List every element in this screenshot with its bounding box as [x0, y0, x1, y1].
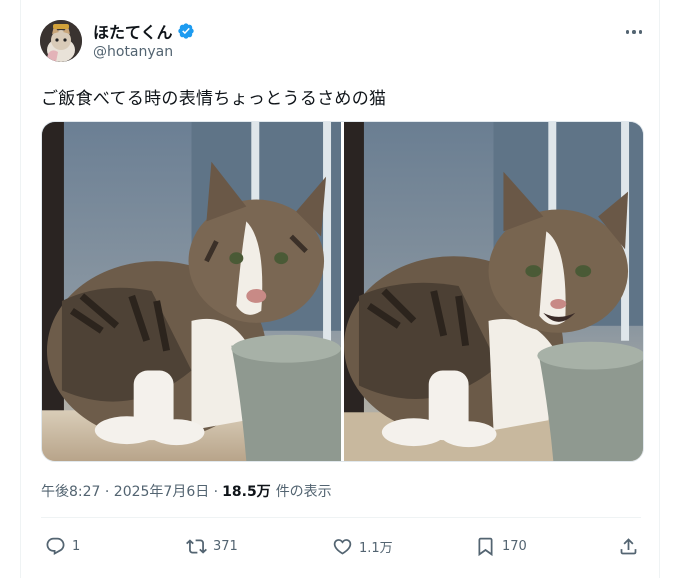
like-button[interactable]: 1.1万	[332, 533, 393, 559]
bookmark-button[interactable]: 170	[475, 533, 527, 559]
view-count-label: 件の表示	[275, 484, 332, 500]
timestamp[interactable]: 午後8:27 · 2025年7月6日 ·	[41, 481, 218, 501]
like-count: 1.1万	[359, 540, 393, 556]
more-icon[interactable]	[621, 22, 647, 42]
divider	[41, 517, 641, 518]
display-name[interactable]: ほたてくん	[93, 19, 173, 43]
reply-icon	[46, 537, 65, 555]
bookmark-count: 170	[502, 538, 527, 554]
verified-badge-icon	[177, 23, 194, 39]
reply-count: 1	[72, 538, 81, 554]
like-icon	[333, 538, 352, 555]
author-name-row: ほたてくん	[93, 20, 195, 42]
action-bar: 1 371 1.1万 170	[41, 533, 641, 559]
tweet-meta: 午後8:27 · 2025年7月6日 · 18.5万 件の表示	[41, 481, 332, 501]
cat-photo-1[interactable]	[42, 122, 341, 461]
cat-photo-2[interactable]	[344, 122, 643, 461]
avatar[interactable]	[40, 20, 82, 62]
tweet-text: ご飯食べてる時の表情ちょっとうるさめの猫	[41, 89, 387, 109]
retweet-button[interactable]: 371	[186, 533, 238, 559]
user-handle[interactable]: @hotanyan	[93, 44, 173, 60]
share-icon	[620, 537, 637, 554]
view-count: 18.5万	[222, 484, 271, 500]
share-button[interactable]	[618, 533, 639, 559]
tweet-media[interactable]	[41, 121, 644, 462]
bookmark-icon	[478, 537, 493, 556]
reply-button[interactable]: 1	[45, 533, 80, 559]
retweet-count: 371	[213, 538, 238, 554]
retweet-icon	[186, 538, 207, 554]
tweet-card: ほたてくん @hotanyan ご飯食べてる時の表情ちょっとうるさめの猫 午後8…	[20, 0, 660, 578]
